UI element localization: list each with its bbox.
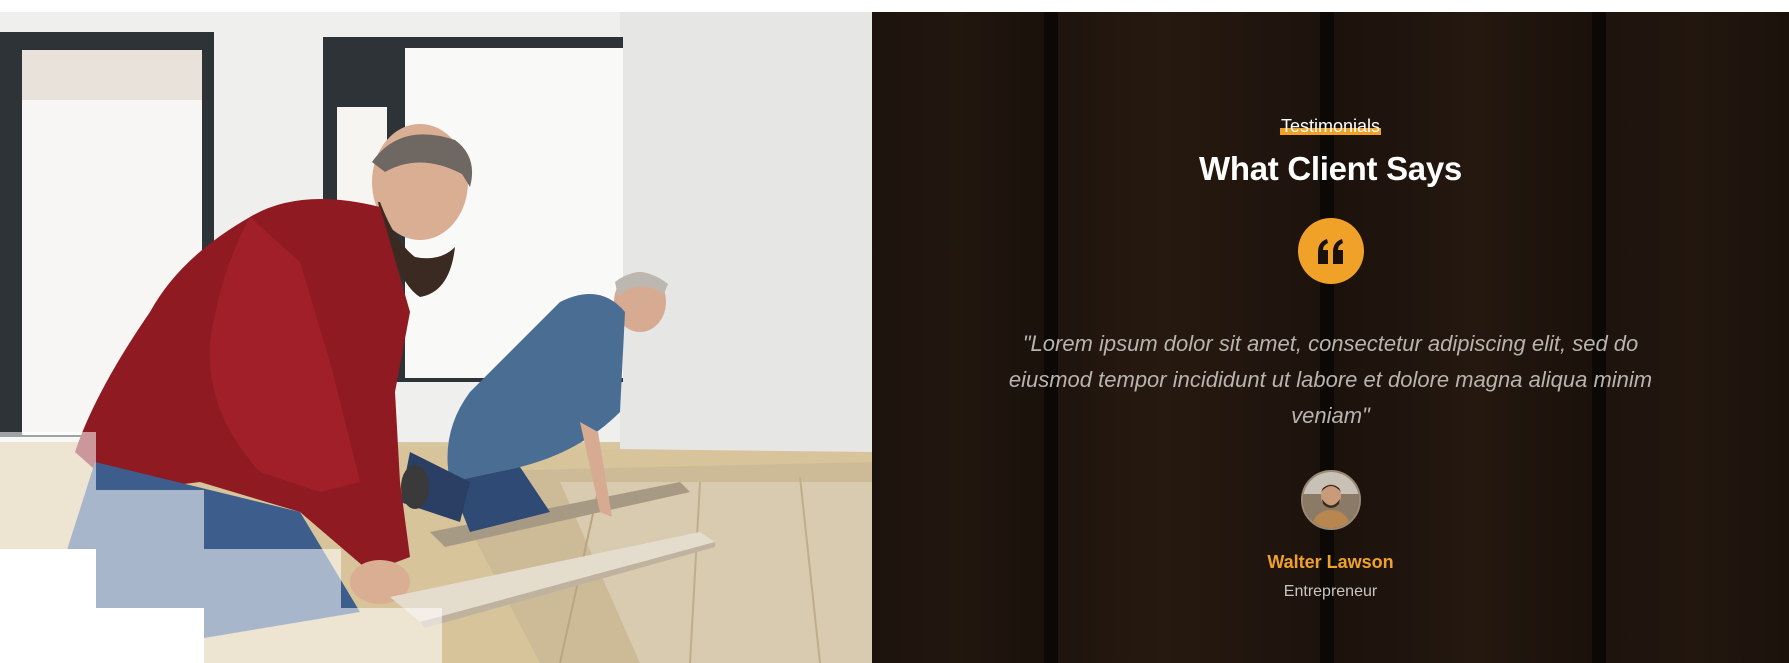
overlay-step [341, 608, 442, 663]
section-heading: What Client Says [1199, 150, 1462, 187]
kicker-label: Testimonials [1280, 116, 1381, 136]
testimonial-content: Testimonials What Client Says "Lorem ips… [872, 12, 1789, 663]
overlay-step [96, 608, 204, 663]
client-name: Walter Lawson [1267, 552, 1394, 572]
testimonial-panel: Testimonials What Client Says "Lorem ips… [872, 12, 1789, 663]
client-avatar [1300, 470, 1361, 530]
overlay-step [0, 549, 96, 663]
client-role: Entrepreneur [1283, 583, 1378, 600]
quote-glyph [1317, 239, 1343, 264]
testimonial-section: Testimonials What Client Says "Lorem ips… [0, 12, 1789, 663]
overlay-step [204, 549, 341, 663]
section-kicker: Testimonials [1279, 116, 1382, 137]
quote-icon [1297, 218, 1364, 284]
workers-installing-floor-photo [0, 12, 872, 663]
testimonial-quote: "Lorem ipsum dolor sit amet, consectetur… [1008, 331, 1653, 428]
avatar-image [1302, 472, 1359, 528]
